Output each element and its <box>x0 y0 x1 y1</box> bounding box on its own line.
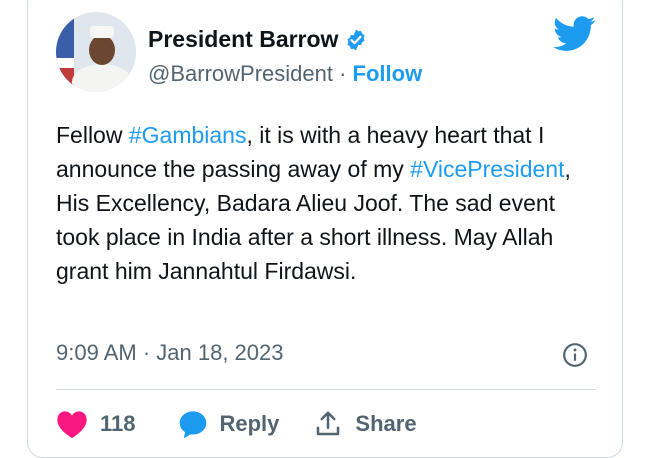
author-name[interactable]: President Barrow <box>148 26 338 53</box>
tweet-text: Fellow #Gambians, it is with a heavy hea… <box>56 118 601 288</box>
follow-button[interactable]: Follow <box>353 61 423 86</box>
hashtag-link[interactable]: #VicePresident <box>410 156 564 182</box>
tweet-text-part: Fellow <box>56 122 129 148</box>
separator-dot: · <box>339 61 347 86</box>
action-bar: 118 Reply Share <box>56 406 417 442</box>
reply-label: Reply <box>219 411 280 436</box>
share-label: Share <box>355 411 417 436</box>
like-button[interactable]: 118 <box>56 409 136 439</box>
twitter-bird-icon[interactable] <box>553 16 596 52</box>
author-handle[interactable]: @BarrowPresident <box>148 61 333 86</box>
reply-bubble-icon <box>179 411 206 438</box>
author-name-row: President Barrow <box>148 26 368 53</box>
share-icon <box>317 411 340 436</box>
author-handle-row: @BarrowPresident · Follow <box>148 61 422 87</box>
heart-icon <box>57 411 87 439</box>
hashtag-link[interactable]: #Gambians <box>129 122 247 148</box>
like-count: 118 <box>100 411 136 436</box>
verified-badge-icon <box>347 29 365 50</box>
info-icon[interactable] <box>562 342 588 368</box>
reply-button[interactable]: Reply <box>176 408 280 440</box>
avatar-image <box>56 12 136 92</box>
avatar[interactable] <box>56 12 136 92</box>
tweet-timestamp[interactable]: 9:09 AM · Jan 18, 2023 <box>56 340 284 366</box>
divider <box>56 389 596 390</box>
share-button[interactable]: Share <box>313 409 417 439</box>
